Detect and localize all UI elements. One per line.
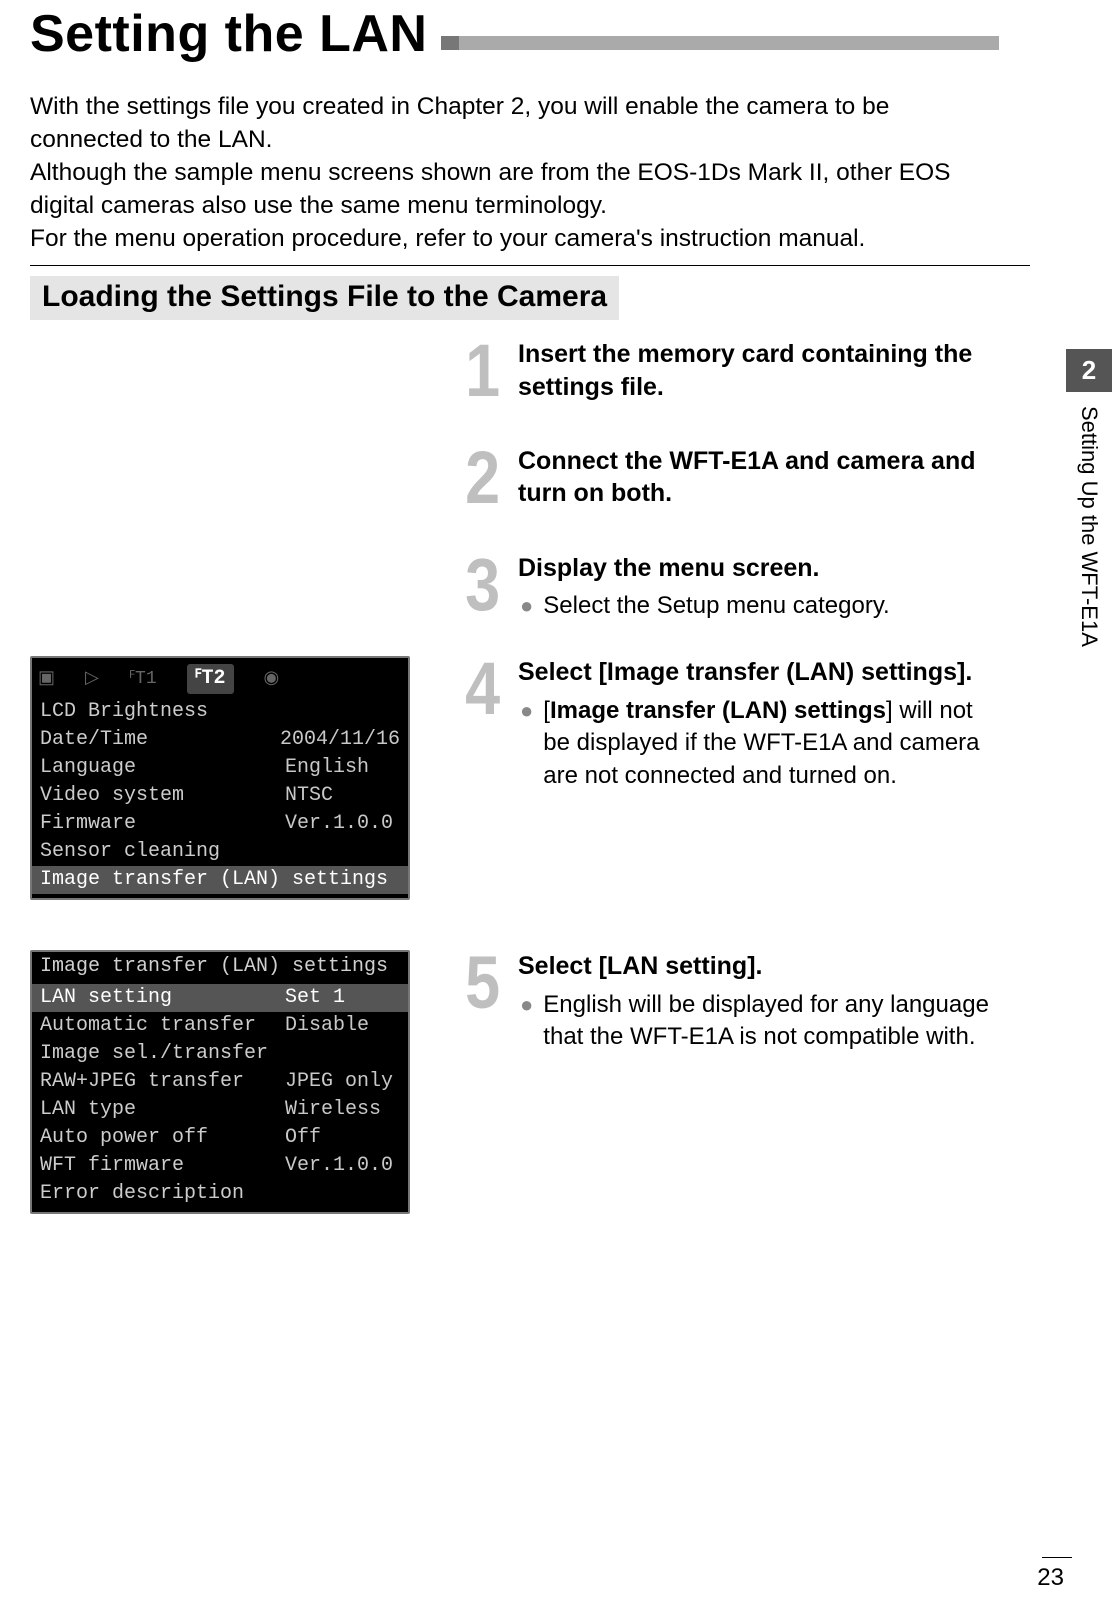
camera-menu-screenshot-lan: Image transfer (LAN) settings LAN settin…	[30, 950, 410, 1214]
custom-tab-icon: ◉	[264, 668, 280, 691]
setup1-tab-icon: ꟳT1	[129, 668, 157, 691]
step-title: Select [LAN setting].	[518, 950, 990, 983]
intro-block: With the settings file you created in Ch…	[30, 90, 990, 255]
intro-paragraph: With the settings file you created in Ch…	[30, 90, 990, 156]
menu-item-highlighted: Image transfer (LAN) settings	[40, 867, 388, 893]
menu-item-label: Sensor cleaning	[40, 839, 285, 865]
step-number: 5	[465, 950, 500, 1017]
menu-item-label: LAN type	[40, 1097, 285, 1123]
menu-item-label: Image sel./transfer	[40, 1041, 285, 1067]
menu-item-value: 2004/11/16	[280, 727, 400, 753]
step-number: 4	[465, 656, 500, 723]
intro-paragraph: Although the sample menu screens shown a…	[30, 156, 990, 222]
chapter-label: Setting Up the WFT-E1A	[1066, 392, 1112, 661]
camera-tab-icon: ▣	[38, 668, 55, 691]
bullet-icon: ●	[518, 695, 543, 792]
title-decoration-bar	[459, 36, 999, 50]
playback-tab-icon: ▷	[85, 668, 99, 691]
menu-item-label: Language	[40, 755, 285, 781]
menu-item-label: Auto power off	[40, 1125, 285, 1151]
menu-item-value: English	[285, 755, 369, 781]
menu-item-label: Error description	[40, 1181, 285, 1207]
menu-item-label: LCD Brightness	[40, 699, 285, 725]
menu-item-highlighted-value: Set 1	[285, 985, 345, 1011]
step-title: Display the menu screen.	[518, 552, 990, 585]
step-title: Select [Image transfer (LAN) settings].	[518, 656, 990, 689]
menu-item-value: Wireless	[285, 1097, 381, 1123]
step-number: 2	[465, 445, 500, 512]
menu-item-label: RAW+JPEG transfer	[40, 1069, 285, 1095]
menu-item-label: WFT firmware	[40, 1153, 285, 1179]
step-number: 1	[465, 338, 500, 405]
bullet-icon: ●	[518, 989, 543, 1054]
step-4: ▣ ▷ ꟳT1 ꟳT2 ◉ LCD Brightness Date/Time20…	[30, 656, 1010, 900]
page-title: Setting the LAN	[30, 4, 427, 64]
step-number: 3	[465, 552, 500, 619]
step-5: Image transfer (LAN) settings LAN settin…	[30, 950, 1010, 1214]
step-2: 2 Connect the WFT-E1A and camera and tur…	[30, 445, 1010, 512]
menu-item-value: JPEG only	[285, 1069, 393, 1095]
menu-item-value: NTSC	[285, 783, 333, 809]
title-decoration-icon	[441, 36, 459, 50]
page-number-decoration	[1042, 1557, 1072, 1558]
menu-item-label: Date/Time	[40, 727, 280, 753]
menu-item-label: Automatic transfer	[40, 1013, 285, 1039]
menu-tab-row: ▣ ▷ ꟳT1 ꟳT2 ◉	[32, 658, 408, 698]
step-3: 3 Display the menu screen. ● Select the …	[30, 552, 1010, 623]
step-bullet: Select the Setup menu category.	[543, 590, 889, 622]
step-title: Connect the WFT-E1A and camera and turn …	[518, 445, 990, 510]
menu-item-label: Firmware	[40, 811, 285, 837]
setup2-tab-selected: ꟳT2	[187, 664, 234, 694]
step-bullet: English will be displayed for any langua…	[543, 989, 990, 1054]
menu-item-value: Off	[285, 1125, 321, 1151]
section-heading: Loading the Settings File to the Camera	[30, 276, 619, 320]
step-1: 1 Insert the memory card containing the …	[30, 338, 1010, 405]
step-title: Insert the memory card containing the se…	[518, 338, 990, 403]
camera-menu-screenshot-setup: ▣ ▷ ꟳT1 ꟳT2 ◉ LCD Brightness Date/Time20…	[30, 656, 410, 900]
step-bullet: [Image transfer (LAN) settings] will not…	[543, 695, 990, 792]
divider	[30, 265, 1030, 266]
chapter-number-badge: 2	[1066, 349, 1112, 392]
bullet-icon: ●	[518, 590, 543, 622]
chapter-side-tab: 2 Setting Up the WFT-E1A	[1066, 349, 1112, 661]
page-number: 23	[1037, 1564, 1064, 1592]
submenu-header: Image transfer (LAN) settings	[32, 952, 408, 984]
menu-item-highlighted-label: LAN setting	[40, 985, 285, 1011]
menu-item-label: Video system	[40, 783, 285, 809]
menu-item-value: Ver.1.0.0	[285, 811, 393, 837]
menu-item-value: Ver.1.0.0	[285, 1153, 393, 1179]
intro-paragraph: For the menu operation procedure, refer …	[30, 222, 990, 255]
menu-item-value: Disable	[285, 1013, 369, 1039]
page-title-row: Setting the LAN	[30, 4, 1010, 64]
